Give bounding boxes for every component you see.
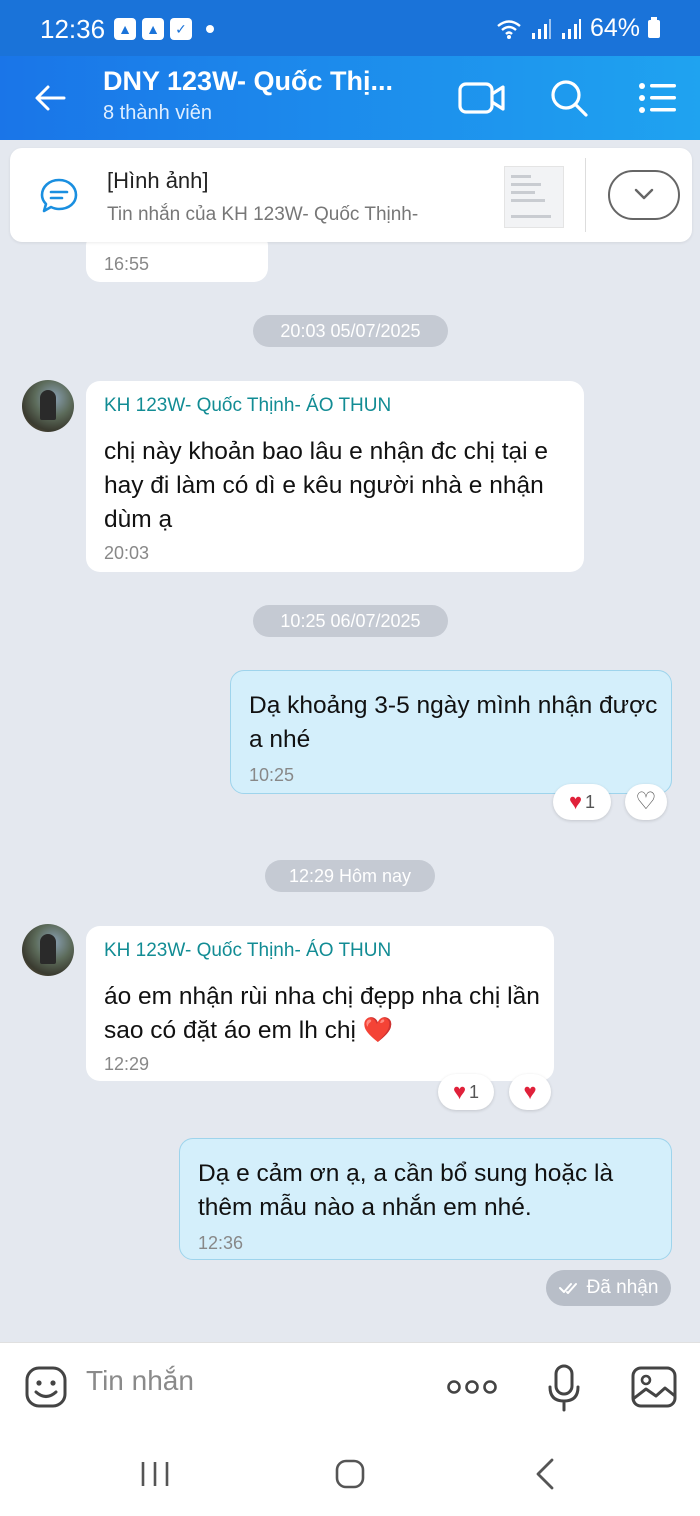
home-icon[interactable] xyxy=(330,1454,370,1494)
heart-outline-icon: ♡ xyxy=(635,788,657,815)
message-input[interactable]: Tin nhắn xyxy=(86,1365,194,1397)
notification-icons: ▲ ▲ ✓ xyxy=(114,18,214,40)
message-time: 12:36 xyxy=(198,1233,244,1253)
status-bar: 12:36 ▲ ▲ ✓ 64% xyxy=(0,0,700,56)
reaction-count[interactable]: ♥ 1 xyxy=(438,1074,494,1110)
pinned-title: [Hình ảnh] xyxy=(107,168,209,193)
avatar[interactable] xyxy=(22,380,74,432)
status-time: 12:36 xyxy=(40,14,106,44)
check-notification-icon: ✓ xyxy=(170,18,192,40)
message-bubble-outgoing[interactable]: Dạ khoảng 3-5 ngày mình nhận được a nhé … xyxy=(230,670,672,794)
recents-icon[interactable] xyxy=(135,1454,175,1494)
date-separator: 12:29 Hôm nay xyxy=(265,860,435,892)
message-time: 12:29 xyxy=(104,1054,150,1074)
sender-name[interactable]: KH 123W- Quốc Thịnh- ÁO THUN xyxy=(104,395,391,417)
date-separator: 20:03 05/07/2025 xyxy=(253,315,448,347)
message-input-bar: Tin nhắn xyxy=(0,1342,700,1433)
signal-icon xyxy=(561,18,581,39)
message-text: Dạ khoảng 3-5 ngày mình nhận được a nhé xyxy=(249,692,658,753)
reaction-count[interactable]: ♥ 1 xyxy=(553,784,611,820)
message-bubble[interactable]: KH 123W- Quốc Thịnh- ÁO THUN chị này kho… xyxy=(86,381,584,572)
message-time: 16:55 xyxy=(104,254,150,274)
more-notifications-icon xyxy=(206,25,214,33)
message-text: Dạ e cảm ơn ạ, a cần bổ sung hoặc là thê… xyxy=(198,1160,614,1221)
avatar[interactable] xyxy=(22,924,74,976)
message-text: chị này khoản bao lâu e nhận đc chị tại … xyxy=(104,438,549,533)
heart-icon: ♥ xyxy=(568,789,583,814)
menu-list-icon[interactable] xyxy=(634,76,682,120)
message-bubble[interactable]: KH 123W- Quốc Thịnh- ÁO THUN áo em nhận … xyxy=(86,926,554,1081)
delivery-status-text: Đã nhận xyxy=(586,1277,659,1298)
battery-percent: 64% xyxy=(589,14,640,42)
heart-icon: ♥ xyxy=(452,1079,467,1104)
heart-icon: ♥ xyxy=(523,1079,537,1104)
message-time: 20:03 xyxy=(104,543,150,563)
app-notification-icon: ▲ xyxy=(114,18,136,40)
pinned-subtitle: Tin nhắn của KH 123W- Quốc Thịnh- xyxy=(107,204,419,225)
delivery-status: Đã nhận xyxy=(546,1270,671,1306)
date-separator: 10:25 06/07/2025 xyxy=(253,605,448,637)
reaction-number: 1 xyxy=(469,1081,480,1102)
video-call-icon[interactable] xyxy=(458,76,506,120)
double-check-icon xyxy=(558,1283,577,1294)
group-title[interactable]: DNY 123W- Quốc Thị... xyxy=(103,66,393,97)
signal-icon xyxy=(531,18,551,39)
message-time: 10:25 xyxy=(249,765,295,785)
chat-header: DNY 123W- Quốc Thị... 8 thành viên xyxy=(0,56,700,140)
message-text: áo em nhận rùi nha chị đẹpp nha chị lần … xyxy=(104,983,540,1044)
more-icon[interactable] xyxy=(446,1377,498,1397)
react-button[interactable]: ♡ xyxy=(625,784,667,820)
image-icon[interactable] xyxy=(630,1365,678,1409)
member-count[interactable]: 8 thành viên xyxy=(103,102,212,125)
search-icon[interactable] xyxy=(546,76,594,120)
battery-icon xyxy=(648,16,660,38)
expand-pinned-button[interactable] xyxy=(608,170,680,220)
react-button[interactable]: ♥ xyxy=(509,1074,551,1110)
pinned-message[interactable]: [Hình ảnh] Tin nhắn của KH 123W- Quốc Th… xyxy=(10,148,692,242)
back-arrow-icon[interactable] xyxy=(30,78,70,118)
back-icon[interactable] xyxy=(526,1454,566,1494)
chevron-down-icon xyxy=(634,188,654,200)
system-nav-bar xyxy=(0,1432,700,1516)
wifi-icon xyxy=(497,19,521,39)
divider xyxy=(585,158,586,232)
status-right: 64% xyxy=(496,14,660,43)
message-bubble-outgoing[interactable]: Dạ e cảm ơn ạ, a cần bổ sung hoặc là thê… xyxy=(179,1138,672,1260)
chat-bubble-icon xyxy=(40,178,78,213)
sticker-icon[interactable] xyxy=(24,1365,68,1409)
reaction-number: 1 xyxy=(585,791,596,812)
pinned-image-thumbnail[interactable] xyxy=(504,166,564,228)
sender-name[interactable]: KH 123W- Quốc Thịnh- ÁO THUN xyxy=(104,940,391,962)
mic-icon[interactable] xyxy=(546,1363,582,1413)
app-notification-icon: ▲ xyxy=(142,18,164,40)
